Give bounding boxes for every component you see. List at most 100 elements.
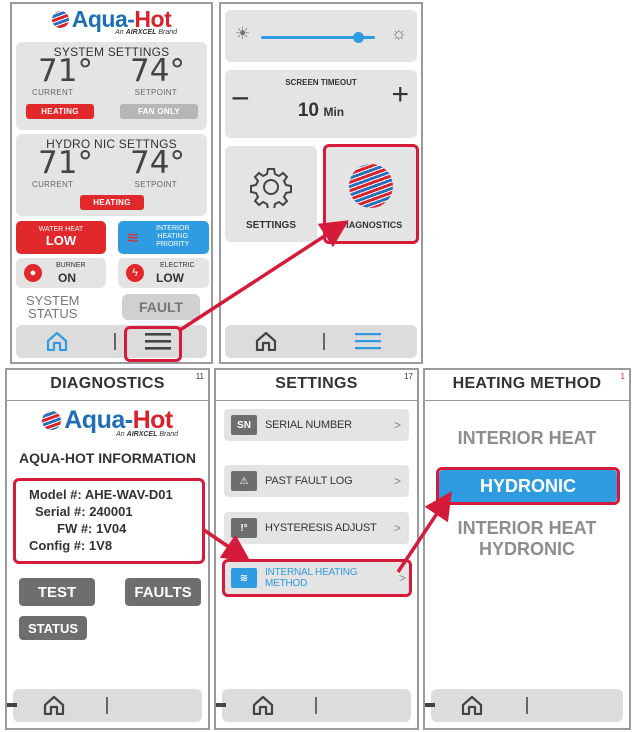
menu-screen: ☀ ☼ − SCREEN TIMEOUT 10 Min + SETTINGS D… [219, 2, 423, 364]
flame-icon: ● [24, 264, 42, 282]
settings-tile[interactable]: SETTINGS [225, 146, 317, 242]
hydronic-current-temp: 71° [38, 145, 93, 181]
title-divider [7, 400, 208, 401]
faults-button[interactable]: FAULTS [125, 578, 201, 606]
title-divider [425, 400, 629, 401]
burner-value: ON [58, 271, 76, 285]
option-interior-heat-hydronic[interactable]: INTERIOR HEAT HYDRONIC [425, 518, 629, 560]
hydronic-setpoint-temp: 74° [130, 145, 185, 181]
chevron-right-icon: > [393, 474, 401, 488]
brightness-high-icon: ☼ [390, 23, 408, 43]
brightness-slider[interactable] [261, 32, 375, 43]
page-number: 11 [195, 372, 204, 381]
heating-method-highlight [222, 559, 412, 597]
hysteresis-icon: !° [231, 518, 257, 538]
menu-button-highlight [124, 326, 182, 362]
settings-title: SETTINGS [275, 375, 358, 392]
brand-logo: Aqua-Hot An AIRXCEL Brand [7, 408, 208, 438]
settings-label: SETTINGS [245, 220, 296, 231]
interior-priority-line3: PRIORITY [156, 241, 190, 248]
heating-method-nav-bar [425, 689, 623, 722]
burner-status: ● BURNER ON [16, 258, 106, 288]
menu-item-label: SERIAL NUMBER [265, 419, 352, 431]
home-icon[interactable] [43, 695, 65, 715]
menu-item-past-fault-log[interactable]: ⚠ PAST FAULT LOG > [224, 465, 409, 497]
burner-label: BURNER [56, 262, 86, 269]
menu-nav-bar [225, 325, 417, 358]
chevron-right-icon: > [393, 418, 401, 432]
hydronic-current-label: CURRENT [32, 180, 74, 189]
gear-icon [250, 168, 292, 208]
nav-divider [323, 333, 325, 350]
home-icon[interactable] [461, 695, 483, 715]
test-button[interactable]: TEST [19, 578, 95, 606]
system-setpoint-label: SETPOINT [134, 88, 177, 97]
system-settings-panel: SYSTEM SETTINGS 71° 74° CURRENT SETPOINT… [16, 42, 207, 130]
diagnostics-screen: DIAGNOSTICS 11 Aqua-Hot An AIRXCEL Brand… [5, 368, 210, 730]
system-fan-only-button[interactable]: FAN ONLY [120, 104, 198, 119]
page-number: 17 [404, 372, 413, 381]
globe-logo-icon [42, 411, 62, 430]
back-arrow-icon[interactable] [216, 695, 226, 715]
lightning-icon: ϟ [126, 264, 144, 282]
hydronic-highlight [436, 467, 620, 505]
timeout-plus-button[interactable]: + [391, 80, 409, 110]
title-divider [216, 400, 417, 401]
interior-heating-priority-tile[interactable]: ≋ INTERIOR HEATING PRIORITY [118, 221, 209, 254]
nav-divider [114, 333, 116, 350]
water-heat-label: WATER HEAT [38, 226, 84, 233]
settings-nav-bar [216, 689, 411, 722]
home-icon[interactable] [46, 331, 68, 351]
brand-logo: Aqua-Hot An AIRXCEL Brand [12, 8, 211, 36]
info-title: AQUA-HOT INFORMATION [18, 450, 197, 466]
hydronic-settings-panel: HYDRO NIC SETTNGS 71° 74° CURRENT SETPOI… [16, 134, 207, 216]
menu-item-serial-number[interactable]: SN SERIAL NUMBER > [224, 409, 409, 441]
nav-divider [315, 697, 317, 714]
info-highlight [13, 478, 205, 564]
warning-icon: ⚠ [231, 471, 257, 491]
menu-item-label: PAST FAULT LOG [265, 475, 353, 487]
brightness-panel: ☀ ☼ [225, 10, 417, 62]
hydronic-heating-button[interactable]: HEATING [80, 195, 144, 210]
back-arrow-icon[interactable] [7, 695, 17, 715]
menu-item-hysteresis-adjust[interactable]: !° HYSTERESIS ADJUST > [224, 512, 409, 544]
interior-priority-line1: INTERIOR [156, 225, 190, 232]
water-heat-value: LOW [45, 233, 77, 248]
system-current-temp: 71° [38, 53, 93, 89]
nav-divider [106, 697, 108, 714]
home-icon[interactable] [255, 331, 277, 351]
screen-timeout-label: SCREEN TIMEOUT [285, 78, 357, 87]
flame-heat-icon: ≋ [126, 230, 140, 247]
system-setpoint-temp: 74° [130, 53, 185, 89]
diagnostics-title: DIAGNOSTICS [50, 375, 165, 392]
chevron-right-icon: > [393, 521, 401, 535]
interior-priority-line2: HEATING [157, 233, 189, 240]
hydronic-setpoint-label: SETPOINT [134, 180, 177, 189]
menu-icon[interactable] [355, 331, 381, 351]
heating-method-screen: HEATING METHOD 1 INTERIOR HEAT HYDRONIC … [423, 368, 631, 730]
nav-divider [526, 697, 528, 714]
system-heating-button[interactable]: HEATING [26, 104, 94, 119]
system-status-label: SYSTEM STATUS [26, 293, 80, 321]
electric-status: ϟ ELECTRIC LOW [118, 258, 209, 288]
electric-label: ELECTRIC [160, 262, 195, 269]
home-icon[interactable] [252, 695, 274, 715]
screen-timeout-value: 10 Min [297, 100, 345, 121]
settings-screen: SETTINGS 17 SN SERIAL NUMBER > ⚠ PAST FA… [214, 368, 419, 730]
menu-item-label: HYSTERESIS ADJUST [265, 522, 377, 534]
water-heat-tile[interactable]: WATER HEAT LOW [16, 221, 106, 254]
brightness-slider-handle[interactable] [352, 32, 364, 43]
home-screen: Aqua-Hot An AIRXCEL Brand SYSTEM SETTING… [10, 2, 213, 364]
option-interior-heat[interactable]: INTERIOR HEAT [425, 428, 629, 449]
status-button[interactable]: STATUS [19, 616, 87, 640]
page-number: 1 [620, 372, 625, 381]
diagnostics-nav-bar [7, 689, 202, 722]
system-current-label: CURRENT [32, 88, 74, 97]
system-fault-button[interactable]: FAULT [122, 294, 200, 320]
heating-method-title: HEATING METHOD [452, 375, 602, 392]
brightness-low-icon: ☀ [235, 24, 251, 43]
globe-logo-icon [51, 11, 69, 28]
back-arrow-icon[interactable] [425, 695, 435, 715]
diagnostics-highlight [323, 144, 419, 244]
sn-icon: SN [231, 415, 257, 435]
